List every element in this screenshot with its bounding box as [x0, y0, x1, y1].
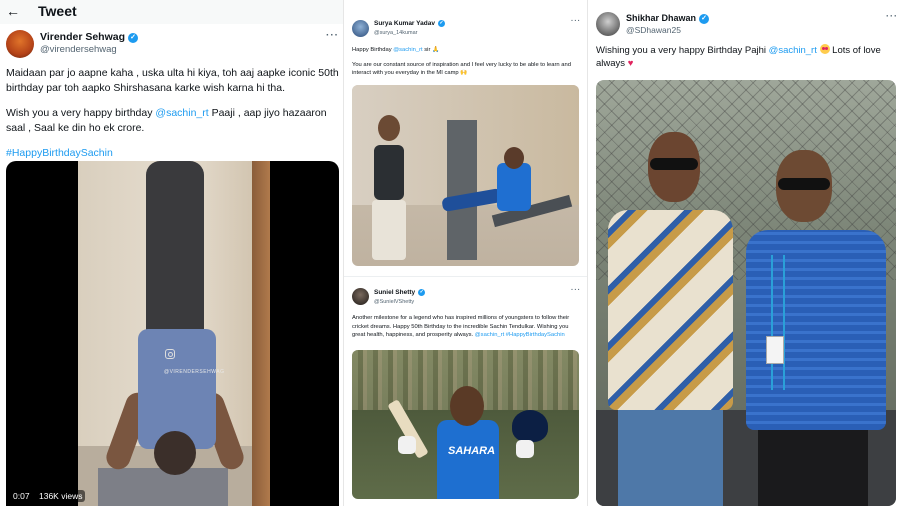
hashtag-link[interactable]: #HappyBirthdaySachin: [504, 332, 565, 338]
more-options-icon[interactable]: ···: [886, 11, 898, 21]
tweet-paragraph-2: You are our constant source of inspirati…: [352, 61, 571, 77]
text-segment: Happy Birthday: [352, 47, 394, 53]
author-name[interactable]: Surya Kumar Yadav ✓: [374, 20, 445, 27]
author-name-text: Virender Sehwag: [40, 31, 126, 43]
mention-link[interactable]: @sachin_rt: [475, 332, 504, 338]
person-head: [504, 147, 524, 169]
yoga-mat: [98, 468, 228, 506]
author-name-text: Shikhar Dhawan: [626, 13, 697, 23]
door: [252, 161, 270, 506]
more-options-icon[interactable]: ···: [571, 287, 581, 294]
mention-link[interactable]: @sachin_rt: [769, 45, 817, 56]
text-segment: Wishing you a very happy Birthday Pajhi: [596, 45, 769, 56]
player-jersey: [437, 420, 499, 499]
tweet-paragraph-2: Wish you a very happy birthday @sachin_r…: [6, 106, 342, 136]
video-timestamp: 0:07: [10, 490, 33, 502]
middle-tweets-panel: Surya Kumar Yadav ✓ @surya_14kumar ··· Ha…: [343, 0, 588, 506]
tweet-text: Wishing you a very happy Birthday Pajhi …: [596, 44, 891, 70]
screenshot-collage: ← Tweet Virender Sehwag ✓ @virendersehwag…: [0, 0, 900, 506]
more-options-icon[interactable]: ···: [571, 18, 581, 25]
tweet-text: Another milestone for a legend who has i…: [352, 314, 582, 340]
video-watermark: @VIRENDERSEHWAG: [164, 369, 225, 375]
tweet-heading: Tweet: [38, 3, 77, 19]
text-segment: sir 🙏: [422, 47, 440, 53]
person-torso: [497, 163, 531, 211]
person-jeans: [618, 405, 723, 506]
verified-badge-icon: ✓: [418, 289, 426, 296]
batting-glove: [516, 440, 534, 458]
person-shorts: [372, 200, 406, 260]
tweet-text: Maidaan par jo aapne kaha , uska ulta hi…: [6, 66, 342, 171]
person-legs: [146, 161, 204, 336]
verified-badge-icon: ✓: [128, 33, 139, 43]
heart-eyes-emoji-icon: [819, 44, 830, 54]
author-name-text: Suniel Shetty: [374, 289, 416, 296]
avatar[interactable]: [352, 288, 369, 305]
id-badge: [766, 336, 784, 364]
back-arrow-icon[interactable]: ←: [6, 4, 20, 18]
mention-link[interactable]: @sachin_rt: [393, 47, 422, 53]
sunglasses: [778, 178, 830, 190]
avatar[interactable]: [352, 20, 369, 37]
mention-link[interactable]: @sachin_rt: [155, 107, 208, 119]
divider: [344, 276, 588, 277]
heart-emoji-icon: ♥: [627, 58, 634, 69]
author-handle[interactable]: @SunielVShetty: [374, 299, 414, 305]
author-handle[interactable]: @virendersehwag: [40, 44, 117, 55]
avatar[interactable]: [6, 30, 34, 58]
sehwag-tweet-panel: ← Tweet Virender Sehwag ✓ @virendersehwag…: [0, 0, 343, 506]
player-head: [450, 386, 484, 426]
video-view-count: 136K views: [36, 490, 86, 502]
more-options-icon[interactable]: ···: [326, 30, 339, 41]
person-head: [378, 115, 400, 141]
text-segment: Wish you a very happy birthday: [6, 107, 156, 119]
tweet-header-bar: ← Tweet: [0, 0, 343, 24]
tweet-text: Happy Birthday @sachin_rt sir 🙏 You are …: [352, 46, 582, 84]
dhawan-sachin-photo[interactable]: [596, 80, 896, 506]
gym-machine: [447, 120, 477, 260]
tweet-paragraph-1: Happy Birthday @sachin_rt sir 🙏: [352, 46, 582, 55]
avatar[interactable]: [596, 12, 620, 36]
author-name[interactable]: Suniel Shetty ✓: [374, 289, 426, 296]
video-player[interactable]: @VIRENDERSEHWAG: [6, 161, 339, 506]
author-handle[interactable]: @SDhawan25: [626, 25, 681, 35]
author-name-text: Surya Kumar Yadav: [374, 20, 435, 27]
person-printed-shirt: [608, 210, 733, 410]
helmet: [512, 410, 548, 442]
author-name[interactable]: Shikhar Dhawan ✓: [626, 13, 710, 24]
person-blue-shirt: [746, 230, 886, 430]
tweet-paragraph-1: Maidaan par jo aapne kaha , uska ulta hi…: [6, 67, 339, 94]
sunglasses: [650, 158, 698, 170]
batting-glove: [398, 436, 416, 454]
person-torso: [374, 145, 404, 200]
dhawan-tweet-panel: Shikhar Dhawan ✓ @SDhawan25 ··· Wishing y…: [587, 0, 900, 506]
cricket-photo[interactable]: SAHARA: [352, 350, 579, 499]
jersey-sponsor-text: SAHARA: [448, 445, 496, 457]
author-name[interactable]: Virender Sehwag ✓: [40, 31, 139, 43]
video-frame: @VIRENDERSEHWAG: [78, 161, 270, 506]
verified-badge-icon: ✓: [437, 20, 445, 27]
person-trousers: [758, 425, 868, 506]
hashtag-link[interactable]: #HappyBirthdaySachin: [6, 147, 113, 159]
gym-photo[interactable]: [352, 85, 579, 266]
person-head: [154, 431, 196, 475]
instagram-icon: [165, 349, 175, 359]
author-handle[interactable]: @surya_14kumar: [374, 30, 418, 36]
verified-badge-icon: ✓: [699, 14, 710, 24]
lanyard: [771, 255, 785, 390]
tweet-hashtag-line: #HappyBirthdaySachin: [6, 146, 342, 161]
